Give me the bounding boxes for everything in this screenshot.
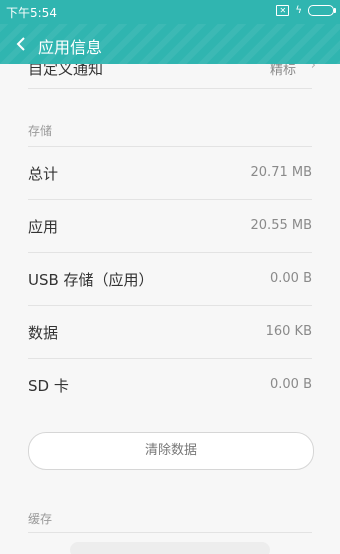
cache-row-placeholder [70,542,270,554]
divider [28,88,312,89]
notification-icon: ✕ [276,5,290,16]
storage-row-sd: SD 卡 0.00 B [0,359,340,411]
custom-notification-row[interactable]: 自定义通知 精标 › [0,64,340,88]
storage-section-title: 存储 [28,124,53,138]
settings-list[interactable]: 自定义通知 精标 › 存储 总计 20.71 MB 应用 20.55 MB US… [0,64,340,554]
clear-data-button[interactable]: 清除数据 [28,432,314,470]
custom-notification-value: 精标 [269,64,296,78]
divider [28,532,312,533]
storage-app-value: 20.55 MB [250,218,312,233]
storage-row-usb: USB 存储（应用） 0.00 B [0,253,340,305]
status-time: 下午5:54 [6,6,57,20]
status-icons: ✕ ϟ [276,4,336,16]
storage-sd-label: SD 卡 [28,377,69,395]
cache-section-title: 缓存 [28,512,53,526]
storage-data-value: 160 KB [265,324,312,339]
back-button[interactable] [6,24,36,64]
custom-notification-label: 自定义通知 [28,64,104,78]
storage-row-app: 应用 20.55 MB [0,200,340,252]
battery-icon [308,5,336,16]
chevron-right-icon: › [310,64,316,73]
storage-total-label: 总计 [28,165,59,183]
storage-row-data: 数据 160 KB [0,306,340,358]
storage-data-label: 数据 [28,324,59,342]
chevron-left-icon [16,37,25,51]
storage-total-value: 20.71 MB [250,165,312,180]
status-bar: 下午5:54 ✕ ϟ [0,0,340,24]
app-bar: 应用信息 [0,24,340,64]
storage-usb-label: USB 存储（应用） [28,271,154,289]
storage-sd-value: 0.00 B [270,377,312,392]
storage-app-label: 应用 [28,218,59,236]
storage-usb-value: 0.00 B [270,271,312,286]
charging-icon: ϟ [295,4,302,16]
storage-row-total: 总计 20.71 MB [0,147,340,199]
page-title: 应用信息 [38,38,103,57]
